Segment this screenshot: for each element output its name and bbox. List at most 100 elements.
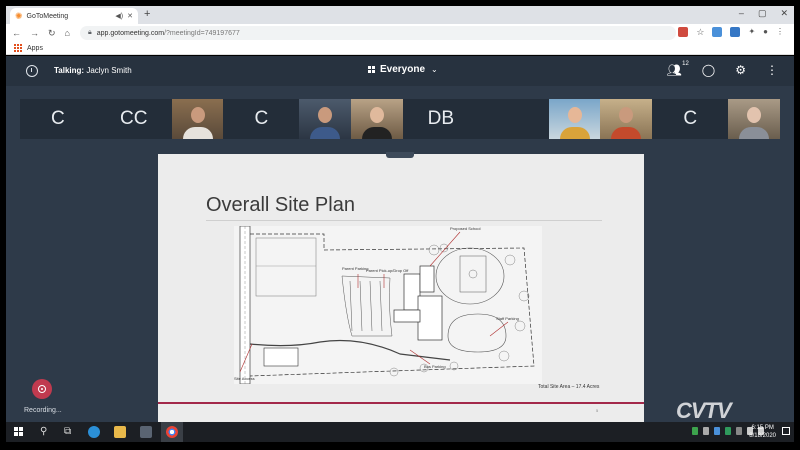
view-selector[interactable]: Everyone ⌄ — [368, 64, 438, 75]
more-options-icon[interactable]: ⋮ — [766, 63, 778, 77]
url-host: app.gotomeeting.com — [96, 29, 165, 37]
participant-video-tile[interactable] — [351, 99, 403, 139]
talking-name: Jaclyn Smith — [86, 66, 132, 75]
shared-slide: Overall Site Plan Proposed School Parent… — [158, 154, 644, 424]
participant-video-tile[interactable] — [600, 99, 653, 139]
chrome-icon[interactable] — [166, 426, 178, 438]
url-query: /?meetingId=749197677 — [164, 29, 240, 37]
apps-grid-icon — [14, 44, 22, 52]
participant-video-tile[interactable] — [171, 99, 224, 139]
extension-icon[interactable] — [730, 27, 741, 37]
attendees-button[interactable]: 👥︎ 12 — [666, 61, 689, 77]
talking-indicator: Talking: Jaclyn Smith — [54, 66, 132, 75]
bookmark-star-icon[interactable]: ☆ — [696, 27, 704, 38]
gotomeeting-favicon-icon: ✺ — [15, 10, 23, 21]
extension-icons: ☆ ✦ ● ⋮ — [678, 27, 784, 38]
title-divider — [206, 220, 602, 221]
tray-app-icon[interactable] — [714, 427, 720, 435]
label-site-access: Site Access — [234, 376, 255, 381]
search-icon[interactable]: ⚲ — [40, 426, 47, 437]
recording-button[interactable] — [32, 379, 52, 399]
participant-face — [370, 107, 385, 123]
back-arrow-icon[interactable]: ← — [12, 28, 21, 38]
new-tab-button[interactable]: + — [144, 8, 150, 20]
camera-blocked-icon[interactable] — [678, 27, 689, 37]
home-icon[interactable]: ⌂ — [65, 28, 70, 38]
browser-toolbar: ← → ↻ ⌂ 🔒︎ app.gotomeeting.com /?meeting… — [6, 24, 794, 42]
file-explorer-icon[interactable] — [114, 426, 126, 438]
notifications-icon[interactable] — [782, 427, 790, 435]
site-plan-drawing: Proposed School Parent Parking Parent Pi… — [234, 226, 542, 384]
participant-body — [739, 127, 770, 139]
participant-video-tile[interactable] — [299, 99, 352, 139]
browser-tab-bar: ✺ GoToMeeting ◀) ✕ + – ▢ ✕ — [6, 6, 794, 24]
label-bus-parking: Bus Parking — [424, 364, 446, 369]
clock-date: 8/18/2020 — [749, 433, 776, 439]
bookmarks-bar: Apps — [6, 42, 794, 55]
participant-video-tile[interactable] — [728, 99, 780, 139]
settings-gear-icon[interactable]: ⚙ — [735, 63, 746, 77]
menu-kebab-icon[interactable]: ⋮ — [776, 27, 784, 38]
participant-tile[interactable]: C — [652, 99, 729, 139]
lock-icon: 🔒︎ — [88, 29, 92, 36]
participant-face — [747, 107, 762, 123]
chevron-down-icon: ⌄ — [431, 65, 438, 74]
label-proposed-school: Proposed School — [450, 226, 481, 231]
participant-tile[interactable]: DB — [402, 99, 479, 139]
slide-title: Overall Site Plan — [206, 194, 355, 216]
people-icon: 👥︎ — [666, 63, 682, 77]
puzzle-icon[interactable]: ✦ — [748, 27, 755, 38]
windows-start-icon[interactable] — [14, 427, 23, 436]
system-clock[interactable]: 6:15 PM 8/18/2020 — [749, 424, 776, 440]
participant-body — [182, 127, 213, 139]
clock-time: 6:15 PM — [751, 425, 774, 431]
collapse-strip-handle[interactable] — [386, 152, 414, 158]
participant-body — [362, 127, 393, 139]
maximize-button[interactable]: ▢ — [758, 8, 767, 19]
participant-tile[interactable]: C — [223, 99, 300, 139]
cvtv-watermark-logo: CVTV — [676, 398, 732, 423]
meeting-topbar: Talking: Jaclyn Smith Everyone ⌄ 👥︎ 12 ◯… — [6, 56, 794, 86]
recording-label: Recording... — [24, 407, 62, 414]
participant-strip: C CC C DB C — [20, 99, 780, 139]
windows-taskbar: ⚲ ⧉ 6:15 PM 8/18/2020 — [6, 422, 794, 442]
browser-tab[interactable]: ✺ GoToMeeting ◀) ✕ — [10, 8, 138, 24]
forward-arrow-icon[interactable]: → — [30, 28, 39, 38]
slide-page-number: 5 — [596, 408, 599, 413]
store-icon[interactable] — [140, 426, 152, 438]
tab-close-icon[interactable]: ✕ — [127, 12, 133, 20]
minimize-button[interactable]: – — [739, 8, 744, 19]
grid-view-icon — [368, 66, 375, 73]
screen: ✺ GoToMeeting ◀) ✕ + – ▢ ✕ ← → ↻ ⌂ 🔒︎ ap… — [0, 0, 800, 450]
label-parent-parking: Parent Parking — [342, 266, 368, 271]
extension-icon[interactable] — [712, 27, 723, 37]
tab-audio-icon[interactable]: ◀) — [115, 12, 123, 20]
record-icon — [38, 385, 46, 393]
participant-face — [567, 107, 582, 123]
tray-app-icon[interactable] — [736, 427, 742, 435]
site-area-note: Total Site Area – 17.4 Acres — [538, 384, 600, 390]
tray-app-icon[interactable] — [703, 427, 709, 435]
participant-tile[interactable]: C — [20, 99, 96, 139]
slide-accent-bar — [158, 402, 644, 404]
view-label: Everyone — [380, 64, 426, 75]
chat-icon[interactable]: ◯ — [702, 63, 715, 77]
speaker-indicator-icon — [26, 65, 38, 77]
profile-icon[interactable]: ● — [763, 27, 768, 38]
meeting-app: Talking: Jaclyn Smith Everyone ⌄ 👥︎ 12 ◯… — [6, 56, 794, 424]
task-view-icon[interactable]: ⧉ — [64, 426, 71, 437]
address-bar[interactable]: 🔒︎ app.gotomeeting.com /?meetingId=74919… — [80, 26, 676, 40]
tray-app-icon[interactable] — [725, 427, 731, 435]
close-window-button[interactable]: ✕ — [780, 8, 788, 19]
participant-tile[interactable] — [478, 99, 549, 139]
participant-tile[interactable]: CC — [95, 99, 172, 139]
talking-label: Talking: — [54, 66, 85, 75]
attendee-count: 12 — [682, 61, 689, 67]
edge-icon[interactable] — [88, 426, 100, 438]
participant-video-tile[interactable] — [548, 99, 601, 139]
tab-title: GoToMeeting — [26, 12, 69, 20]
tray-app-icon[interactable] — [692, 427, 698, 435]
participant-face — [190, 107, 205, 123]
reload-icon[interactable]: ↻ — [48, 28, 56, 39]
bookmark-apps[interactable]: Apps — [27, 45, 43, 52]
